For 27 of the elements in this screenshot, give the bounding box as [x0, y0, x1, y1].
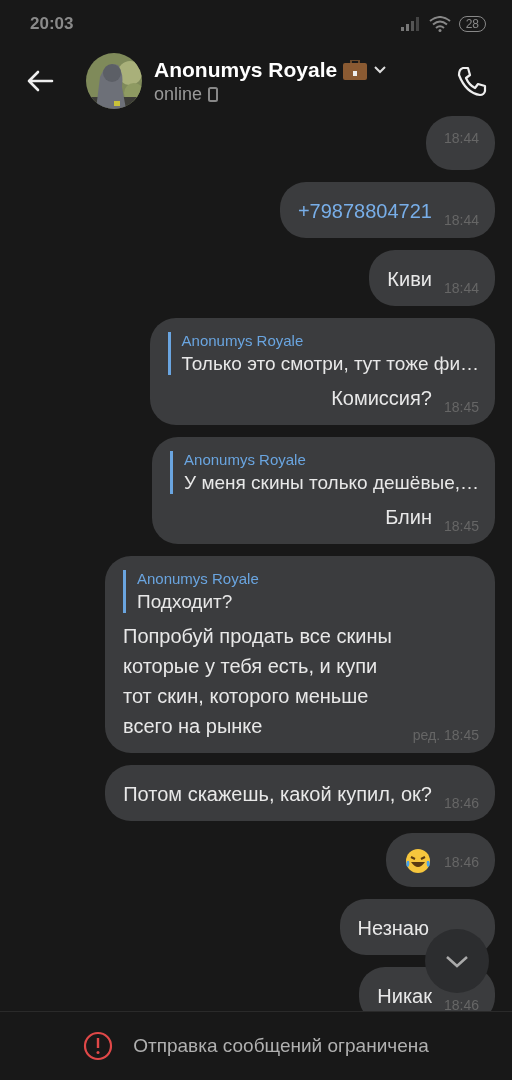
message-text: Блин	[385, 505, 432, 530]
reply-text: У меня скины только дешёвые,…	[184, 472, 479, 494]
back-arrow-icon[interactable]	[26, 69, 54, 93]
message-text: Потом скажешь, какой купил, ок?	[123, 782, 432, 807]
message-text: Комиссия?	[331, 386, 432, 411]
briefcase-icon	[343, 59, 368, 80]
phone-call-icon[interactable]	[456, 65, 488, 97]
message-text: Киви	[387, 267, 432, 292]
contact-name[interactable]: Anonumys Royale	[154, 57, 338, 82]
message-text: Незнаю	[357, 916, 429, 941]
chevron-down-icon[interactable]	[373, 64, 388, 75]
phone-link[interactable]: +79878804721	[297, 196, 432, 226]
reply-text: Только это смотри, тут тоже фи…	[181, 353, 479, 375]
reply-author: Anonumys Royale	[184, 451, 307, 468]
message-text: Попробуй продать все скины которые у тебя есть, и купи тот скин, которого меньше всего на рынке	[123, 624, 393, 739]
reply-text: Подходит?	[137, 591, 234, 613]
reply-author: Anonumys Royale	[181, 332, 305, 349]
laughing-face-icon	[403, 847, 432, 875]
reply-author: Anonumys Royale	[137, 570, 260, 587]
message-text: Никак	[377, 984, 432, 1009]
phone-device-icon	[208, 86, 219, 102]
status-time: 20:03	[30, 14, 74, 34]
warning-icon	[83, 1031, 114, 1061]
contact-status: online	[154, 83, 203, 105]
signal-icon	[400, 17, 421, 31]
restriction-notice: Отправка сообщений ограничена	[133, 1035, 429, 1057]
wifi-icon	[428, 16, 451, 32]
